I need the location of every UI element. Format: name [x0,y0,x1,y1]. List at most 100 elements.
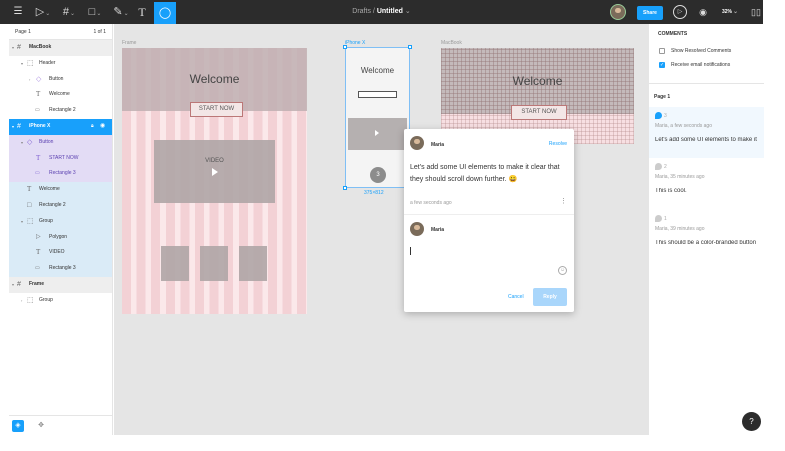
rectangle-tool-icon[interactable]: □⌄ [86,4,104,20]
comment-timestamp: a few seconds ago [410,200,452,206]
comment-thread[interactable]: 1 Maria, 39 minutes ago This should be a… [649,212,764,263]
present-play-icon[interactable]: ▷ [673,5,687,19]
show-resolved-checkbox[interactable] [659,48,665,54]
video-placeholder: VIDEO [154,140,275,203]
file-name[interactable]: Untitled [377,8,403,15]
caret-right-icon[interactable]: › [29,72,30,88]
layer-rectangle-2[interactable]: ▭ Rectangle 2 [9,103,112,119]
thumbnail [200,246,228,281]
more-options-icon[interactable]: ⋮ [560,197,567,205]
email-notifications-label: Receive email notifications [671,62,731,68]
components-icon[interactable]: ✥ [35,420,47,432]
page-selector[interactable]: Page 1 1 of 1 [9,24,112,40]
frame-tool-icon[interactable]: #⌄ [60,4,78,20]
caret-down-icon[interactable]: ▾ [12,277,14,293]
start-now-button[interactable]: START NOW [511,105,567,120]
text-layer-icon: T [36,248,41,257]
comments-title: COMMENTS [658,31,688,37]
comment-popup: Maria Resolve Let's add some UI elements… [404,129,574,312]
layer-label: Rectangle 2 [49,107,76,114]
frame-artboard[interactable]: Welcome START NOW VIDEO [122,48,307,314]
layers-icon[interactable]: ◈ [12,420,24,432]
email-notifications-checkbox[interactable]: ✓ [659,62,665,68]
layer-video[interactable]: T VIDEO [9,245,112,262]
layers-panel: Page 1 1 of 1 ▾ # MacBook ▾ ⬚ Header › ◇… [9,24,113,435]
layer-label: MacBook [29,44,52,50]
user-avatar[interactable] [610,4,626,20]
thread-meta: Maria, 35 minutes ago [655,174,705,180]
thread-number: 2 [664,164,667,170]
start-now-button[interactable]: START NOW [190,102,243,117]
app-window: ☰ ▷⌄ #⌄ □⌄ ✎⌄ T ◯ Drafts / Untitled ⌄ Sh… [0,0,785,451]
play-icon [375,130,379,136]
reply-button[interactable]: Reply [533,288,567,306]
layer-label: Group [39,296,53,303]
resize-handle[interactable] [343,45,347,49]
layer-polygon[interactable]: ▷ Polygon [9,229,112,246]
frame-label[interactable]: Frame [122,40,136,46]
macbook-frame-label[interactable]: MacBook [441,40,462,46]
layer-label: Rectangle 3 [49,170,76,177]
layer-button[interactable]: › ◇ Button [9,72,112,88]
comment-tool-icon[interactable]: ◯ [154,2,176,24]
move-tool-icon[interactable]: ▷⌄ [34,4,52,20]
help-button[interactable]: ? [742,412,761,431]
resolve-button[interactable]: Resolve [549,141,567,147]
eye-icon[interactable]: ◉ [100,119,105,135]
caret-down-icon[interactable]: ▾ [21,135,23,151]
layer-group[interactable]: › ⬚ Group [9,293,112,309]
layer-welcome[interactable]: T Welcome [9,182,112,198]
breadcrumb-drafts[interactable]: Drafts [352,8,371,15]
layer-rectangle-2[interactable]: □ Rectangle 2 [9,197,112,214]
comment-thread[interactable]: 3 Maria, a few seconds ago Let's add som… [649,107,764,158]
resize-handle[interactable] [343,186,347,190]
welcome-heading: Welcome [189,72,240,86]
caret-down-icon[interactable]: ▾ [12,119,14,135]
caret-right-icon[interactable]: › [21,293,22,309]
eye-icon[interactable]: ◉ [697,4,709,20]
pen-tool-icon[interactable]: ✎⌄ [112,4,130,20]
caret-down-icon[interactable]: ▾ [21,214,23,230]
layer-rectangle-3[interactable]: ▭ Rectangle 3 [9,166,112,183]
caret-down-icon[interactable]: ▾ [21,56,23,72]
zoom-level[interactable]: 32%⌄ [716,4,744,20]
layer-header[interactable]: ▾ ⬚ Header [9,56,112,72]
layer-macbook[interactable]: ▾ # MacBook [9,40,112,56]
group-icon: ⬚ [27,296,34,304]
iphone-artboard[interactable]: Welcome 3 [343,45,412,190]
show-resolved-label: Show Resolved Comments [671,48,732,54]
layer-button[interactable]: ▾ ◇ Button [9,134,112,151]
thread-number: 3 [664,113,667,119]
layer-start-now[interactable]: T START NOW [9,150,112,167]
comment-message: Let's add some UI elements to make it cl… [410,164,560,183]
chevron-down-icon[interactable]: ⌄ [405,8,411,15]
comment-pin[interactable]: 3 [370,167,386,183]
iphone-frame-label[interactable]: iPhone X [345,40,365,46]
iphone-size-label: 375×812 [364,190,384,196]
comment-author-avatar [410,136,424,150]
layer-welcome[interactable]: T Welcome [9,87,112,103]
layer-label: Rectangle 2 [39,201,66,208]
component-icon: ◇ [27,138,33,146]
emoji-icon[interactable]: ☺ [558,266,567,275]
layer-iphone-x[interactable]: ▾ # iPhone X 🔒︎ ◉ [9,118,112,135]
reply-input[interactable] [410,247,411,255]
layer-rectangle-3[interactable]: ▭ Rectangle 3 [9,261,112,277]
divider [404,214,574,215]
start-now-button[interactable] [358,91,397,98]
layer-label: Button [39,138,54,145]
layer-frame[interactable]: ▾ # Frame [9,276,112,293]
resize-handle[interactable] [408,45,412,49]
library-book-icon[interactable]: ▯▯ [750,4,762,20]
caret-down-icon[interactable]: ▾ [12,40,14,56]
reply-author-avatar [410,222,424,236]
layer-group[interactable]: ▾ ⬚ Group [9,213,112,230]
lock-icon[interactable]: 🔒︎ [91,119,94,135]
text-tool-icon[interactable]: T [136,4,148,20]
cancel-button[interactable]: Cancel [508,294,524,300]
thumbnail [239,246,267,281]
comment-thread[interactable]: 2 Maria, 35 minutes ago This is cool. [649,160,764,211]
share-button[interactable]: Share [637,6,663,20]
welcome-heading: Welcome [360,66,395,75]
hamburger-icon[interactable]: ☰ [12,4,24,20]
